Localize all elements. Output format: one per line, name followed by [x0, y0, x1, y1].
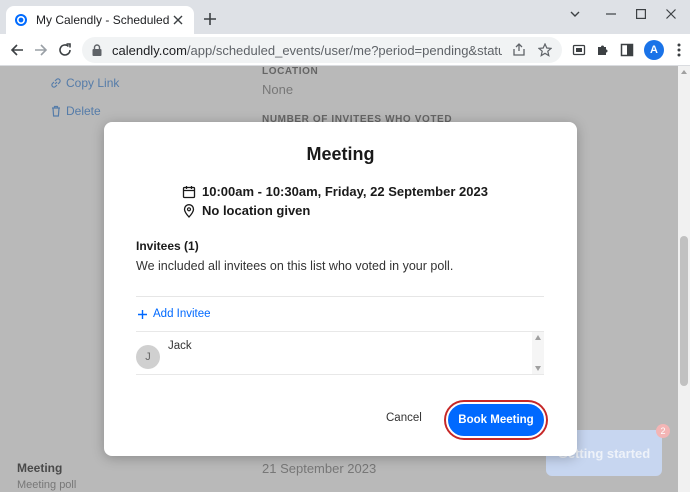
- divider: [136, 296, 544, 297]
- chevron-down-icon[interactable]: [560, 2, 590, 26]
- meeting-location-row: No location given: [182, 203, 310, 218]
- star-icon[interactable]: [536, 41, 554, 59]
- invitees-description: We included all invitees on this list wh…: [136, 259, 454, 273]
- book-meeting-modal: Meeting 10:00am - 10:30am, Friday, 22 Se…: [104, 122, 577, 456]
- invitee-name: Jack: [168, 340, 192, 352]
- close-icon[interactable]: [656, 2, 686, 26]
- meeting-location: No location given: [202, 203, 311, 218]
- invitees-heading: Invitees (1): [136, 239, 199, 253]
- url-path: /app/scheduled_events/user/me?period=pen…: [186, 42, 502, 58]
- map-pin-icon: [183, 203, 195, 218]
- cast-icon[interactable]: [568, 39, 590, 61]
- scrollbar-thumb[interactable]: [680, 236, 688, 386]
- cancel-button[interactable]: Cancel: [386, 412, 422, 424]
- plus-icon: [138, 309, 147, 319]
- new-tab-icon[interactable]: [200, 9, 220, 29]
- side-panel-icon[interactable]: [616, 39, 638, 61]
- address-bar[interactable]: calendly.com/app/scheduled_events/user/m…: [82, 37, 562, 63]
- invitee-list[interactable]: J Jack: [136, 331, 544, 375]
- browser-toolbar: calendly.com/app/scheduled_events/user/m…: [0, 34, 690, 66]
- share-icon[interactable]: [510, 41, 528, 59]
- minimize-icon[interactable]: [596, 2, 626, 26]
- tab-title: My Calendly - Scheduled Events: [36, 13, 170, 27]
- restore-icon[interactable]: [626, 2, 656, 26]
- scroll-down-arrow-icon[interactable]: [535, 366, 541, 371]
- page-viewport: Copy Link Delete LOCATION None NUMBER OF…: [0, 66, 690, 492]
- calendly-favicon-icon: [15, 14, 27, 26]
- meeting-datetime: 10:00am - 10:30am, Friday, 22 September …: [202, 184, 488, 199]
- profile-avatar[interactable]: A: [644, 40, 664, 60]
- invitee-list-scrollbar[interactable]: [532, 332, 544, 374]
- add-invitee-label: Add Invitee: [153, 308, 211, 320]
- back-arrow-icon[interactable]: [6, 39, 28, 61]
- puzzle-icon[interactable]: [592, 39, 614, 61]
- invitee-list-item[interactable]: J Jack: [136, 332, 532, 376]
- tab-close-icon[interactable]: [170, 12, 186, 28]
- scroll-up-arrow-icon[interactable]: [535, 335, 541, 340]
- meeting-datetime-row: 10:00am - 10:30am, Friday, 22 September …: [182, 184, 488, 199]
- scroll-up-arrow-icon[interactable]: [680, 68, 688, 76]
- add-invitee-button[interactable]: Add Invitee: [138, 308, 211, 320]
- browser-tab-active[interactable]: My Calendly - Scheduled Events: [6, 6, 194, 34]
- lock-icon: [92, 44, 102, 56]
- url-host: calendly.com: [112, 42, 187, 58]
- modal-title: Meeting: [306, 144, 375, 164]
- browser-titlebar: My Calendly - Scheduled Events: [0, 0, 690, 34]
- kebab-menu-icon[interactable]: [668, 39, 690, 61]
- getting-started-badge: 2: [656, 424, 670, 438]
- invitee-avatar: J: [136, 345, 160, 369]
- calendar-icon: [182, 185, 196, 198]
- page-scrollbar[interactable]: [678, 66, 690, 492]
- reload-icon[interactable]: [54, 39, 76, 61]
- forward-arrow-icon[interactable]: [30, 39, 52, 61]
- book-meeting-button[interactable]: Book Meeting: [446, 402, 546, 438]
- url-text: calendly.com/app/scheduled_events/user/m…: [112, 43, 502, 58]
